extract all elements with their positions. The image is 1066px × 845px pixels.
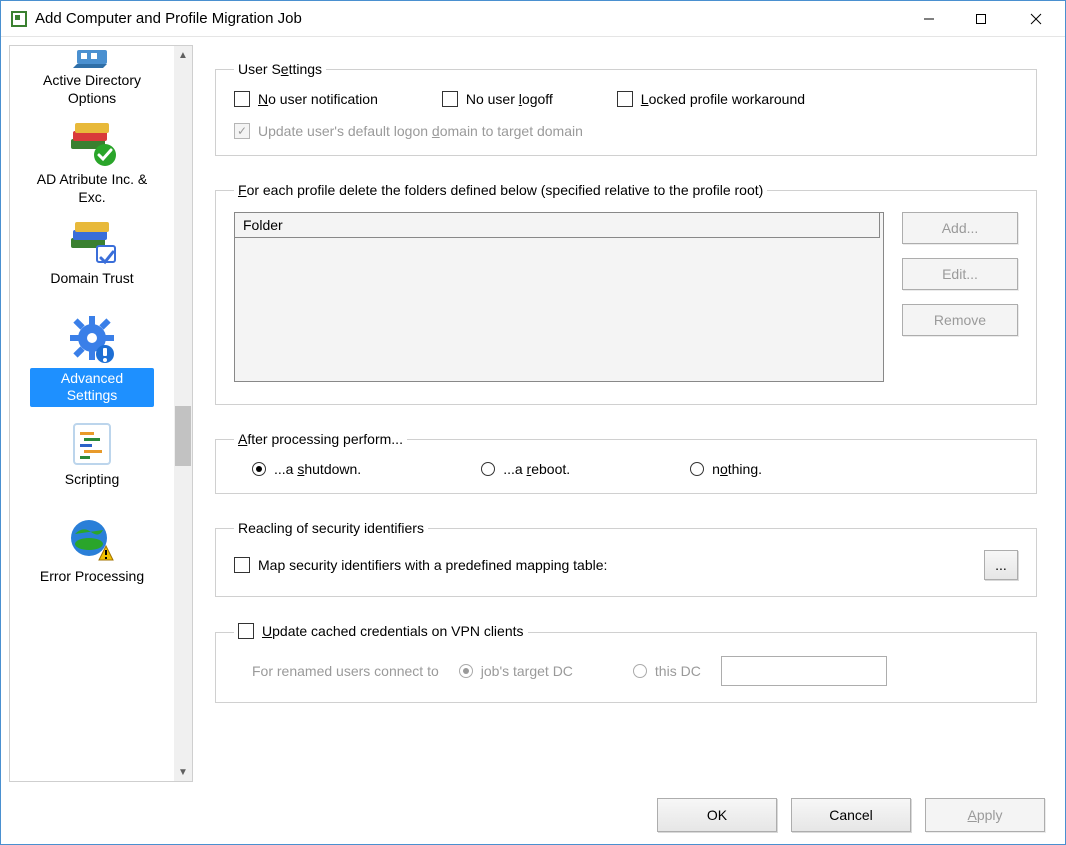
sidebar-item-label: Active Directory Options bbox=[30, 72, 154, 107]
window-title: Add Computer and Profile Migration Job bbox=[35, 10, 302, 27]
books-shield-icon bbox=[65, 218, 119, 268]
sidebar-scrollbar[interactable]: ▲ ▼ bbox=[174, 46, 192, 781]
add-button[interactable]: Add... bbox=[902, 212, 1018, 244]
sidebar-item-label: Advanced Settings bbox=[30, 368, 154, 407]
checkbox-no-user-notification[interactable]: No user notification bbox=[234, 91, 378, 107]
folder-table[interactable]: Folder bbox=[234, 212, 884, 382]
main-panel: User Settings No user notification No us… bbox=[201, 45, 1057, 782]
sidebar-item-label: Scripting bbox=[65, 471, 119, 489]
group-vpn-credentials: Update cached credentials on VPN clients… bbox=[215, 623, 1037, 703]
directory-icon bbox=[69, 50, 115, 70]
close-button[interactable] bbox=[1007, 1, 1065, 37]
app-icon bbox=[11, 11, 27, 27]
group-after-processing: After processing perform... ...a shutdow… bbox=[215, 431, 1037, 494]
radio-shutdown[interactable]: ...a shutdown. bbox=[252, 461, 361, 477]
group-legend: Reacling of security identifiers bbox=[234, 520, 428, 536]
group-legend: User Settings bbox=[234, 61, 326, 77]
cancel-button[interactable]: Cancel bbox=[791, 798, 911, 832]
ok-button[interactable]: OK bbox=[657, 798, 777, 832]
radio-nothing[interactable]: nothing. bbox=[690, 461, 762, 477]
scroll-down-icon[interactable]: ▼ bbox=[174, 763, 192, 781]
vpn-connect-label: For renamed users connect to bbox=[252, 663, 439, 679]
folder-column-header[interactable]: Folder bbox=[235, 213, 880, 238]
gear-icon bbox=[65, 316, 119, 366]
group-security-identifiers: Reacling of security identifiers Map sec… bbox=[215, 520, 1037, 597]
globe-warning-icon bbox=[65, 516, 119, 566]
sidebar-item-error-processing[interactable]: Error Processing bbox=[30, 510, 154, 592]
sidebar: Active Directory Options AD Atribute Inc bbox=[9, 45, 193, 782]
radio-reboot[interactable]: ...a reboot. bbox=[481, 461, 570, 477]
checkbox-no-user-logoff[interactable]: No user logoff bbox=[442, 91, 553, 107]
checkbox-locked-profile-workaround[interactable]: Locked profile workaround bbox=[617, 91, 805, 107]
group-legend: Update cached credentials on VPN clients bbox=[234, 623, 528, 642]
group-delete-folders: For each profile delete the folders defi… bbox=[215, 182, 1037, 405]
checkbox-update-vpn-credentials[interactable]: Update cached credentials on VPN clients bbox=[234, 623, 528, 639]
browse-mapping-button[interactable]: ... bbox=[984, 550, 1018, 580]
radio-this-dc: this DC bbox=[633, 663, 701, 679]
checkbox-map-sids[interactable]: Map security identifiers with a predefin… bbox=[234, 557, 607, 573]
remove-button[interactable]: Remove bbox=[902, 304, 1018, 336]
checkbox-update-logon-domain: ✓Update user's default logon domain to t… bbox=[234, 123, 583, 139]
sidebar-item-ad-options[interactable]: Active Directory Options bbox=[30, 46, 154, 113]
sidebar-item-ad-attribute[interactable]: AD Atribute Inc. & Exc. bbox=[30, 113, 154, 212]
group-legend: For each profile delete the folders defi… bbox=[234, 182, 767, 198]
group-user-settings: User Settings No user notification No us… bbox=[215, 61, 1037, 156]
minimize-button[interactable] bbox=[903, 1, 955, 37]
maximize-button[interactable] bbox=[955, 1, 1007, 37]
scroll-thumb[interactable] bbox=[175, 406, 191, 466]
sidebar-item-advanced-settings[interactable]: Advanced Settings bbox=[30, 310, 154, 413]
radio-target-dc: job's target DC bbox=[459, 663, 573, 679]
sidebar-item-label: Domain Trust bbox=[50, 270, 133, 288]
group-legend: After processing perform... bbox=[234, 431, 407, 447]
dialog-footer: OK Cancel Apply bbox=[1, 790, 1065, 844]
edit-button[interactable]: Edit... bbox=[902, 258, 1018, 290]
this-dc-input[interactable] bbox=[721, 656, 887, 686]
sidebar-item-label: Error Processing bbox=[40, 568, 144, 586]
sidebar-item-label: AD Atribute Inc. & Exc. bbox=[30, 171, 154, 206]
window-frame: Add Computer and Profile Migration Job bbox=[0, 0, 1066, 845]
books-check-icon bbox=[65, 119, 119, 169]
script-icon bbox=[68, 420, 116, 468]
scroll-up-icon[interactable]: ▲ bbox=[174, 46, 192, 64]
sidebar-item-scripting[interactable]: Scripting bbox=[30, 413, 154, 495]
apply-button[interactable]: Apply bbox=[925, 798, 1045, 832]
titlebar: Add Computer and Profile Migration Job bbox=[1, 1, 1065, 37]
sidebar-item-domain-trust[interactable]: Domain Trust bbox=[30, 212, 154, 294]
